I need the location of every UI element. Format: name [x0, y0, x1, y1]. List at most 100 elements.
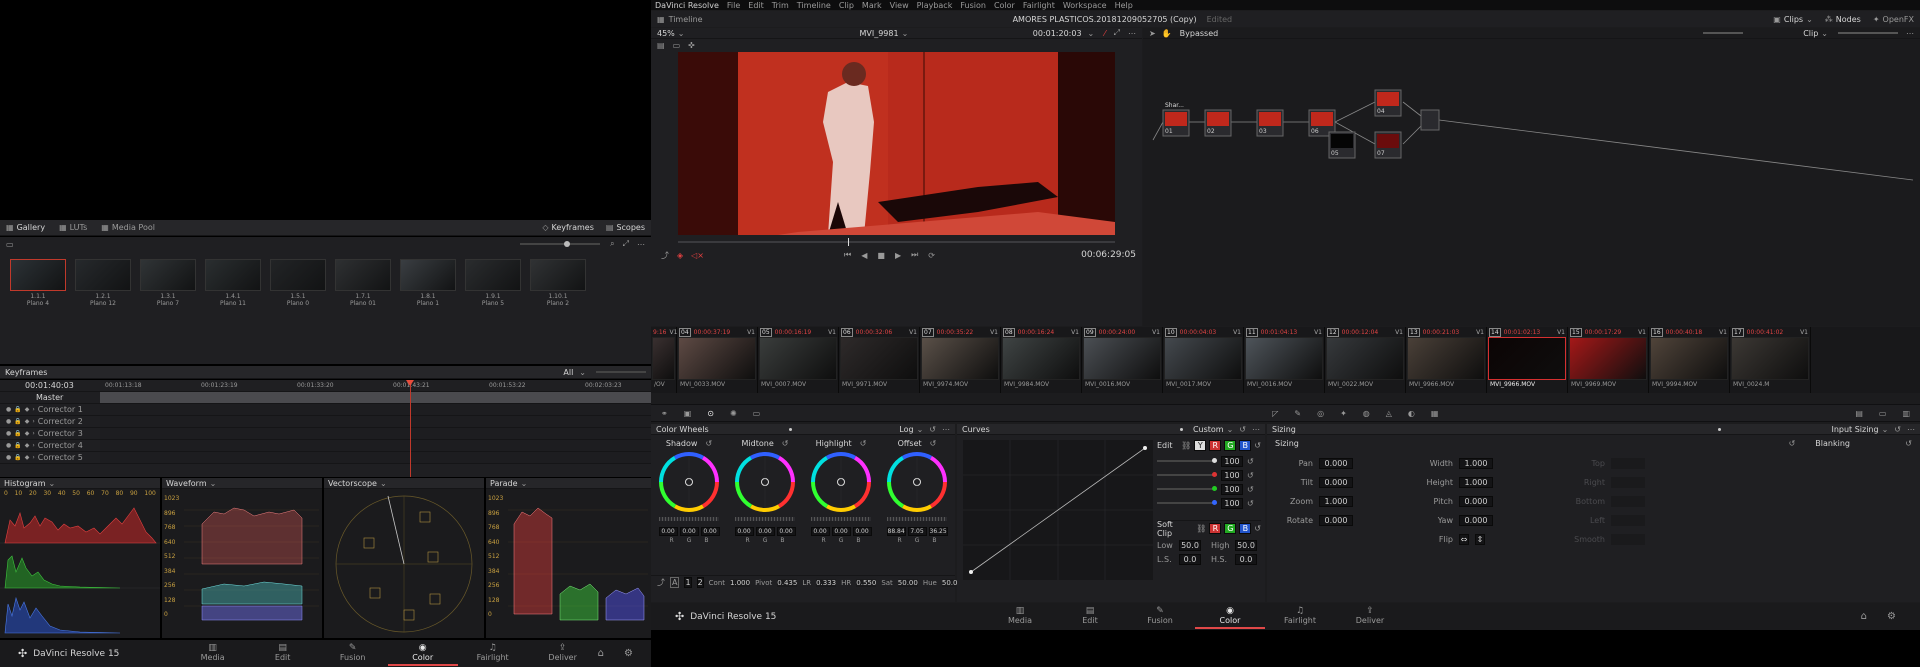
keyframes-ruler[interactable]: 00:01:13:18 00:01:23:19 00:01:33:20 00:01:4…	[100, 380, 651, 392]
keyframe-icon[interactable]: ◆	[25, 430, 30, 437]
curves-mode[interactable]: Custom	[1193, 425, 1224, 434]
page-tab-color[interactable]: ◉ Color	[387, 641, 458, 666]
page-tab-color[interactable]: ◉ Color	[1195, 604, 1265, 629]
primary-sat-field[interactable]: 50.00	[897, 578, 918, 587]
magic-mask-icon[interactable]: ◍	[1363, 409, 1370, 418]
page-tab-deliver[interactable]: ⇪ Deliver	[1335, 604, 1405, 629]
clips-toggle[interactable]: ▣ Clips ⌄	[1773, 15, 1813, 24]
wheel-master-slider[interactable]	[735, 517, 795, 521]
keyframes-filter[interactable]: All	[563, 368, 573, 377]
wheel-graphic[interactable]	[803, 451, 879, 513]
page-tab-fairlight[interactable]: ♫ Fairlight	[1265, 604, 1335, 629]
timeline-clip[interactable]: 09 00:00:24:00 V1 MVI_0016.MOV	[1082, 327, 1163, 393]
timeline-clip[interactable]: 10 00:00:04:03 V1 MVI_0017.MOV	[1163, 327, 1244, 393]
fullscreen-icon[interactable]: ⤢	[623, 239, 629, 249]
wheel-graphic[interactable]	[879, 451, 955, 513]
menu-davinci-resolve[interactable]: DaVinci Resolve	[655, 1, 719, 10]
bypass-icon[interactable]: ⁄	[1104, 29, 1105, 38]
sizing-value[interactable]: 1.000	[1459, 477, 1493, 488]
color-node[interactable]: 04	[1374, 89, 1402, 117]
page-tab-fairlight[interactable]: ♫ Fairlight	[458, 641, 528, 666]
curve-intensity-slider[interactable]	[1157, 472, 1217, 477]
lock-icon[interactable]: 🔒	[14, 406, 21, 413]
scopes-toggle[interactable]: ▤ Scopes	[606, 223, 645, 232]
blanking-value[interactable]	[1611, 496, 1645, 507]
gallery-still[interactable]: 1.7.1 Plano 01	[335, 259, 391, 356]
soft-clip-g[interactable]: G	[1224, 523, 1237, 534]
keyframe-icon[interactable]: ◆	[25, 418, 30, 425]
sizing-value[interactable]: 1.000	[1319, 496, 1353, 507]
link-icon[interactable]: ⛓	[1181, 441, 1191, 450]
curve-graph[interactable]	[963, 440, 1153, 580]
enable-icon[interactable]: ●	[6, 430, 11, 437]
page-tab-fusion[interactable]: ✎ Fusion	[318, 641, 388, 666]
tracker-icon[interactable]: ✦	[1340, 409, 1347, 418]
curves-page-dots[interactable]	[1179, 427, 1183, 431]
timeline-clip[interactable]: 15 00:00:17:29 V1 MVI_9969.MOV	[1568, 327, 1649, 393]
timeline-clip[interactable]: 11 00:01:04:13 V1 MVI_0016.MOV	[1244, 327, 1325, 393]
gallery-still[interactable]: 1.2.1 Plano 12	[75, 259, 131, 356]
enable-icon[interactable]: ●	[6, 406, 11, 413]
hand-icon[interactable]: ✋	[1162, 29, 1172, 38]
sizing-mode[interactable]: Input Sizing	[1831, 425, 1878, 434]
play-reverse-icon[interactable]: ◀	[861, 251, 867, 260]
camera-raw-icon[interactable]: ⚭	[661, 409, 668, 418]
flip-horizontal-icon[interactable]: ⇔	[1459, 534, 1469, 545]
viewer-image[interactable]	[678, 52, 1115, 235]
more-options-icon[interactable]: ⋯	[1252, 425, 1260, 434]
track-lane[interactable]	[100, 392, 651, 403]
sizing-value[interactable]: 0.000	[1459, 515, 1493, 526]
menu-help[interactable]: Help	[1115, 1, 1133, 10]
menu-clip[interactable]: Clip	[839, 1, 854, 10]
loop-icon[interactable]: ⟳	[928, 251, 935, 260]
split-view-icon[interactable]: ▤	[657, 41, 665, 50]
keyframe-icon[interactable]: ◆	[25, 454, 30, 461]
wheel-master-slider[interactable]	[811, 517, 871, 521]
curve-intensity-slider[interactable]	[1157, 486, 1217, 491]
lock-icon[interactable]: 🔒	[14, 430, 21, 437]
menu-workspace[interactable]: Workspace	[1063, 1, 1107, 10]
settings-icon[interactable]: ⚙	[624, 648, 633, 659]
reset-icon[interactable]: ↺	[1247, 499, 1254, 508]
timeline-clip[interactable]: 14 00:01:02:13 V1 MVI_9966.MOV	[1487, 327, 1568, 393]
timeline-clip[interactable]: 04 00:00:37:19 V1 MVI_0033.MOV	[677, 327, 758, 393]
reset-icon[interactable]: ↺	[1905, 439, 1912, 448]
timeline-clip[interactable]: 9:16 V1/OV	[651, 327, 677, 393]
menu-fusion[interactable]: Fusion	[960, 1, 986, 10]
page-tab-fusion[interactable]: ✎ Fusion	[1125, 604, 1195, 629]
search-icon[interactable]: ⌕	[610, 239, 614, 249]
keyframe-palette-icon[interactable]: ▭	[1879, 409, 1887, 418]
soft-clip-hs[interactable]: 0.0	[1235, 553, 1257, 565]
sizing-value[interactable]: 0.000	[1319, 458, 1353, 469]
sizing-value[interactable]: 0.000	[1319, 477, 1353, 488]
blanking-value[interactable]	[1611, 515, 1645, 526]
stop-icon[interactable]: ■	[877, 251, 885, 260]
track-lane[interactable]	[100, 416, 651, 427]
keyframes-toggle[interactable]: ◇ Keyframes	[542, 223, 594, 232]
primary-hr-field[interactable]: 0.550	[856, 578, 877, 587]
primary-page-p2[interactable]: 2	[696, 577, 704, 588]
more-options-icon[interactable]: ⋯	[637, 240, 645, 249]
color-wheels-icon[interactable]: ⊙	[707, 409, 714, 418]
window-icon[interactable]: ◎	[1317, 409, 1324, 418]
play-icon[interactable]: ▶	[895, 251, 901, 260]
reset-icon[interactable]: ↺	[860, 439, 867, 448]
highlight-mode-icon[interactable]: ◈	[677, 251, 683, 260]
reset-icon[interactable]: ↺	[1254, 524, 1261, 533]
sizing-icon[interactable]: ▦	[1431, 409, 1439, 418]
viewer-zoom[interactable]: 45%	[657, 29, 675, 38]
viewer-clip-name[interactable]: MVI_9981	[859, 29, 898, 38]
timeline-clip[interactable]: 13 00:00:21:03 V1 MVI_9966.MOV	[1406, 327, 1487, 393]
page-tab-media[interactable]: ▥ Media	[178, 641, 248, 666]
track-lane[interactable]	[100, 428, 651, 439]
link-icon[interactable]: ⛓	[1196, 524, 1206, 533]
sizing-value[interactable]: 1.000	[1459, 458, 1493, 469]
wheel-value-b[interactable]: 0.00	[700, 527, 720, 536]
curve-channel-g[interactable]: G	[1224, 439, 1237, 451]
menu-mark[interactable]: Mark	[862, 1, 882, 10]
sizing-page-dots[interactable]	[1718, 427, 1722, 431]
keyframe-track[interactable]: ● 🔒 ◆ › Corrector 1	[0, 404, 651, 416]
keyframe-icon[interactable]: ◆	[25, 442, 30, 449]
node-zoom-slider[interactable]	[1838, 32, 1898, 34]
timeline-clip[interactable]: 05 00:00:16:19 V1 MVI_0007.MOV	[758, 327, 839, 393]
